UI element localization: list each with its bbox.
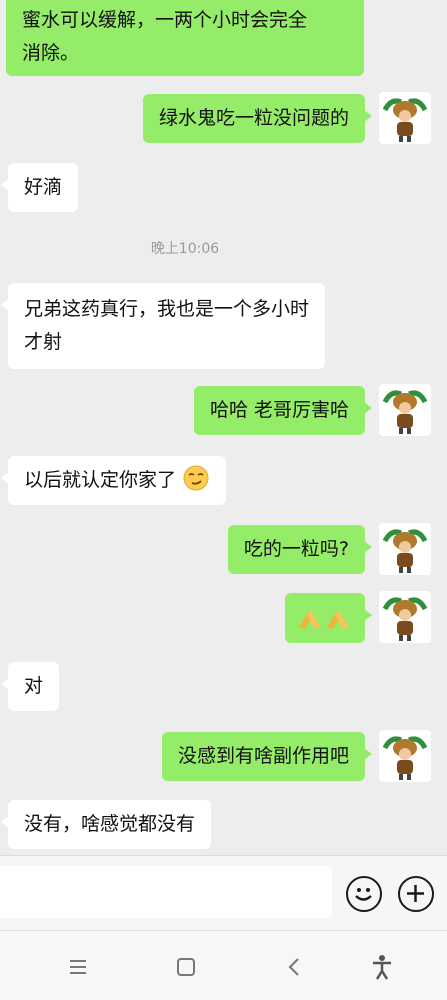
message-bubble-outgoing[interactable]: 吃的一粒吗? [227,525,373,574]
message-text: 兄弟这药真行，我也是一个多小时 [24,298,310,320]
timestamp: 晚上10:06 [150,241,220,257]
avatar-self[interactable] [379,92,431,144]
message-bubble-outgoing[interactable] [285,593,372,643]
message-text: 哈哈 老哥厉害哈 [209,399,349,421]
message-bubble-incoming[interactable]: 没有，啥感觉都没有 [0,800,212,849]
message-input[interactable] [0,866,332,918]
smirk-emoji-icon [182,464,210,492]
message-text: 没感到有啥副作用吧 [177,745,349,767]
message-text: 以后就认定你家了 [24,469,177,491]
message-bubble-outgoing[interactable]: 哈哈 老哥厉害哈 [193,386,373,435]
message-text: 没有，啥感觉都没有 [24,813,196,835]
message-bubble-incoming[interactable]: 以后就认定你家了 [0,456,227,505]
menu-icon[interactable] [64,953,92,981]
avatar-self[interactable] [379,523,431,575]
message-text: 绿水鬼吃一粒没问题的 [158,107,349,129]
message-bubble-outgoing[interactable]: 绿水鬼吃一粒没问题的 [142,94,373,143]
smiley-icon [355,888,372,901]
avatar-self[interactable] [379,730,431,782]
avatar-self[interactable] [379,384,431,436]
pray-hands-emoji-icon [295,601,355,635]
avatar-self[interactable] [379,591,431,643]
chat-area: 蜜水可以缓解，一两个小时会完全 消除。 绿水鬼吃一粒没问题的 好滴 晚上10:0… [0,0,447,855]
accessibility-icon[interactable] [368,953,396,981]
message-bubble-outgoing[interactable]: 蜜水可以缓解，一两个小时会完全 消除。 [6,0,364,76]
message-text: 好滴 [24,176,63,198]
system-nav-bar [0,930,447,1000]
plus-icon [407,885,424,902]
message-bubble-incoming[interactable]: 对 [0,662,60,711]
message-input-bar [0,855,447,930]
message-bubble-incoming[interactable]: 兄弟这药真行，我也是一个多小时 才射 [0,283,326,369]
message-text: 吃的一粒吗? [243,538,349,560]
message-text: 对 [24,675,44,697]
message-text: 才射 [24,331,63,353]
message-bubble-incoming[interactable]: 好滴 [0,163,79,212]
message-text: 蜜水可以缓解，一两个小时会完全 [22,9,308,31]
message-bubble-outgoing[interactable]: 没感到有啥副作用吧 [161,732,373,781]
more-button[interactable] [398,876,434,912]
home-square-icon[interactable] [172,953,200,981]
message-text: 消除。 [22,42,80,64]
emoji-button[interactable] [346,876,382,912]
back-chevron-icon[interactable] [281,953,309,981]
